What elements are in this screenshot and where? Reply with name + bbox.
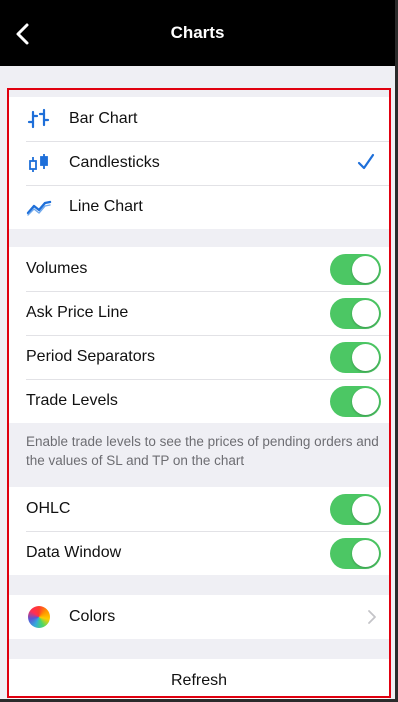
option-label: OHLC	[26, 500, 71, 517]
chart-type-label: Candlesticks	[69, 154, 160, 171]
ohlc-row: OHLC	[9, 487, 389, 531]
option-label: Period Separators	[26, 348, 155, 365]
bar-chart-icon	[26, 108, 52, 130]
toggle-knob	[352, 256, 379, 283]
display-options-group: Volumes Ask Price Line Period Separators…	[9, 247, 389, 423]
page-title: Charts	[170, 23, 225, 42]
toggle-knob	[352, 496, 379, 523]
ask-price-line-row: Ask Price Line	[9, 291, 389, 335]
candlesticks-icon	[26, 152, 52, 174]
toggle-knob	[352, 344, 379, 371]
trade-levels-row: Trade Levels	[9, 379, 389, 423]
volumes-toggle[interactable]	[330, 254, 381, 285]
nav-bar: Charts	[0, 0, 395, 66]
toggle-knob	[352, 388, 379, 415]
period-separators-row: Period Separators	[9, 335, 389, 379]
colors-row[interactable]: Colors	[9, 595, 389, 639]
chart-type-label: Line Chart	[69, 198, 143, 215]
refresh-group: Refresh	[9, 659, 389, 699]
line-chart-icon	[26, 196, 52, 218]
trade-levels-note: Enable trade levels to see the prices of…	[26, 434, 379, 468]
option-label: Data Window	[26, 544, 122, 561]
toggle-knob	[352, 300, 379, 327]
color-wheel-icon	[26, 606, 52, 628]
option-label: Volumes	[26, 260, 88, 277]
chart-type-label: Bar Chart	[69, 110, 138, 127]
chart-type-candlesticks[interactable]: Candlesticks	[9, 141, 389, 185]
data-options-group: OHLC Data Window	[9, 487, 389, 575]
refresh-button[interactable]: Refresh	[9, 659, 389, 699]
option-label: Ask Price Line	[26, 304, 129, 321]
ask-price-line-toggle[interactable]	[330, 298, 381, 329]
volumes-row: Volumes	[9, 247, 389, 291]
chart-type-line[interactable]: Line Chart	[9, 185, 389, 229]
data-window-toggle[interactable]	[330, 538, 381, 569]
chart-type-bar[interactable]: Bar Chart	[9, 97, 389, 141]
option-label: Trade Levels	[26, 392, 118, 409]
ohlc-toggle[interactable]	[330, 494, 381, 525]
toggle-knob	[352, 540, 379, 567]
trade-levels-toggle[interactable]	[330, 386, 381, 417]
screen: Charts Bar Chart Candlesticks Line Chart…	[0, 0, 398, 702]
chevron-right-icon	[368, 610, 376, 624]
chart-type-group: Bar Chart Candlesticks Line Chart	[9, 97, 389, 229]
period-separators-toggle[interactable]	[330, 342, 381, 373]
data-window-row: Data Window	[9, 531, 389, 575]
colors-label: Colors	[69, 608, 116, 625]
colors-group: Colors	[9, 595, 389, 639]
refresh-label: Refresh	[170, 672, 228, 689]
checkmark-icon	[357, 153, 375, 170]
